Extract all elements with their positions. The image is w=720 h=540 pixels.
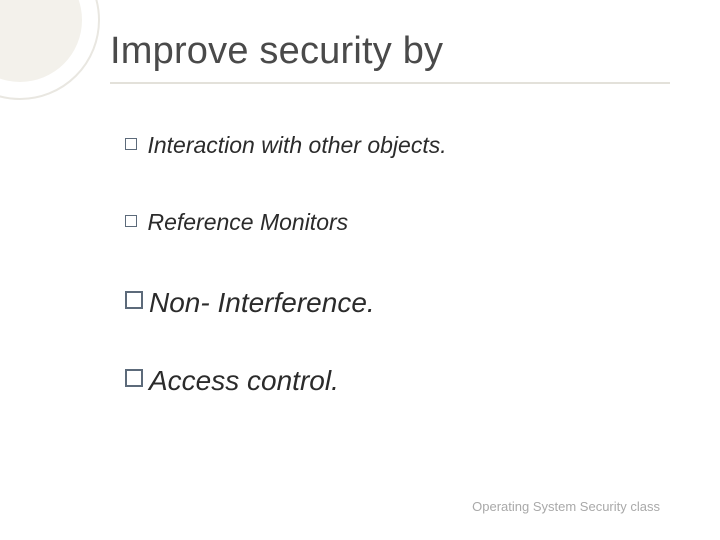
list-item: Access control. — [125, 362, 665, 400]
footer-text: Operating System Security class — [472, 499, 660, 514]
bullet-list: Interaction with other objects. Referenc… — [125, 130, 665, 400]
list-item: Reference Monitors — [125, 207, 665, 238]
square-bullet-icon — [125, 138, 137, 150]
square-bullet-icon — [125, 215, 137, 227]
title-underline — [110, 82, 670, 84]
slide: Improve security by Interaction with oth… — [0, 0, 720, 540]
list-item-text: Access control. — [149, 365, 339, 396]
list-item: Interaction with other objects. — [125, 130, 665, 161]
slide-title: Improve security by — [110, 30, 443, 73]
square-bullet-icon — [125, 291, 143, 309]
corner-decoration — [0, 0, 100, 100]
square-bullet-icon — [125, 369, 143, 387]
list-item-text: Non- Interference. — [149, 287, 375, 318]
list-item-text: Interaction with other objects. — [147, 132, 446, 158]
list-item: Non- Interference. — [125, 284, 665, 322]
list-item-text: Reference Monitors — [147, 209, 348, 235]
